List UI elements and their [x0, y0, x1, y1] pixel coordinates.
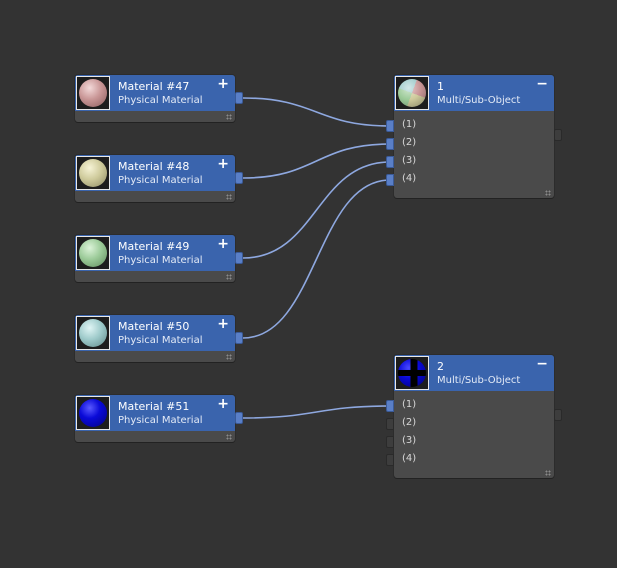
output-socket[interactable]	[554, 409, 562, 421]
material-sphere-icon	[79, 239, 107, 267]
output-socket[interactable]	[235, 252, 243, 264]
material-sphere-icon	[79, 79, 107, 107]
connection-wire-2[interactable]	[242, 143, 391, 179]
slot-label-1: (1)	[402, 119, 417, 130]
material-type-label: Physical Material	[118, 95, 203, 106]
material-title: Material #49	[118, 240, 190, 253]
output-socket[interactable]	[235, 412, 243, 424]
material-type-label: Physical Material	[118, 415, 203, 426]
multi-title: 2	[437, 360, 444, 373]
input-socket-4[interactable]	[386, 174, 394, 186]
slot-label-3: (3)	[402, 155, 417, 166]
resize-grip-icon[interactable]	[226, 194, 232, 200]
collapse-minus-button[interactable]: −	[536, 356, 548, 372]
slot-label-4: (4)	[402, 453, 417, 464]
resize-grip-icon[interactable]	[545, 190, 551, 196]
material-type-label: Physical Material	[118, 255, 203, 266]
material-preview-thumbnail	[76, 156, 110, 190]
material-title: Material #47	[118, 80, 190, 93]
multi-sub-object-node-1[interactable]: 1 Multi/Sub-Object − (1) (2) (3) (4)	[386, 75, 562, 198]
input-socket-1[interactable]	[386, 120, 394, 132]
connection-wire-3[interactable]	[242, 161, 391, 259]
material-node-48[interactable]: Material #48 Physical Material +	[75, 155, 243, 202]
slot-label-4: (4)	[402, 173, 417, 184]
slot-label-1: (1)	[402, 399, 417, 410]
output-socket[interactable]	[235, 92, 243, 104]
material-sphere-icon	[79, 399, 107, 427]
multi-type-label: Multi/Sub-Object	[437, 375, 521, 386]
expand-plus-button[interactable]: +	[217, 316, 229, 332]
connection-wire-1[interactable]	[242, 97, 391, 127]
material-title: Material #48	[118, 160, 190, 173]
input-socket-3[interactable]	[386, 156, 394, 168]
expand-plus-button[interactable]: +	[217, 396, 229, 412]
material-node-header[interactable]: Material #49 Physical Material +	[75, 235, 235, 271]
material-preview-thumbnail	[76, 316, 110, 350]
expand-plus-button[interactable]: +	[217, 156, 229, 172]
output-socket[interactable]	[554, 129, 562, 141]
material-node-header[interactable]: Material #51 Physical Material +	[75, 395, 235, 431]
material-node-51[interactable]: Material #51 Physical Material +	[75, 395, 243, 442]
material-sphere-icon	[79, 159, 107, 187]
input-socket-2[interactable]	[386, 138, 394, 150]
material-preview-thumbnail	[76, 236, 110, 270]
multi-material-sphere-icon	[398, 359, 426, 387]
output-socket[interactable]	[235, 172, 243, 184]
material-node-header[interactable]: Material #50 Physical Material +	[75, 315, 235, 351]
material-preview-thumbnail	[395, 356, 429, 390]
material-type-label: Physical Material	[118, 335, 203, 346]
resize-grip-icon[interactable]	[226, 274, 232, 280]
material-node-49[interactable]: Material #49 Physical Material +	[75, 235, 243, 282]
slot-label-2: (2)	[402, 417, 417, 428]
expand-plus-button[interactable]: +	[217, 236, 229, 252]
resize-grip-icon[interactable]	[226, 434, 232, 440]
multi-node-header[interactable]: 2 Multi/Sub-Object −	[394, 355, 554, 391]
material-node-header[interactable]: Material #48 Physical Material +	[75, 155, 235, 191]
input-socket-2[interactable]	[386, 418, 394, 430]
connection-wire-4[interactable]	[242, 179, 391, 339]
material-preview-thumbnail	[76, 76, 110, 110]
multi-node-header[interactable]: 1 Multi/Sub-Object −	[394, 75, 554, 111]
resize-grip-icon[interactable]	[545, 470, 551, 476]
material-node-50[interactable]: Material #50 Physical Material +	[75, 315, 243, 362]
material-preview-thumbnail	[76, 396, 110, 430]
resize-grip-icon[interactable]	[226, 114, 232, 120]
output-socket[interactable]	[235, 332, 243, 344]
input-socket-4[interactable]	[386, 454, 394, 466]
node-editor-canvas[interactable]: Material #47 Physical Material + Materia…	[0, 0, 617, 568]
resize-grip-icon[interactable]	[226, 354, 232, 360]
material-node-header[interactable]: Material #47 Physical Material +	[75, 75, 235, 111]
material-title: Material #50	[118, 320, 190, 333]
material-title: Material #51	[118, 400, 190, 413]
input-socket-3[interactable]	[386, 436, 394, 448]
slot-label-2: (2)	[402, 137, 417, 148]
multi-title: 1	[437, 80, 444, 93]
material-preview-thumbnail	[395, 76, 429, 110]
material-type-label: Physical Material	[118, 175, 203, 186]
expand-plus-button[interactable]: +	[217, 76, 229, 92]
slot-label-3: (3)	[402, 435, 417, 446]
input-socket-1[interactable]	[386, 400, 394, 412]
connection-wire-5[interactable]	[242, 405, 391, 419]
multi-type-label: Multi/Sub-Object	[437, 95, 521, 106]
multi-sub-object-node-2[interactable]: 2 Multi/Sub-Object − (1) (2) (3) (4)	[386, 355, 562, 478]
material-sphere-icon	[79, 319, 107, 347]
collapse-minus-button[interactable]: −	[536, 76, 548, 92]
material-node-47[interactable]: Material #47 Physical Material +	[75, 75, 243, 122]
sphere-shading-icon	[398, 79, 426, 107]
